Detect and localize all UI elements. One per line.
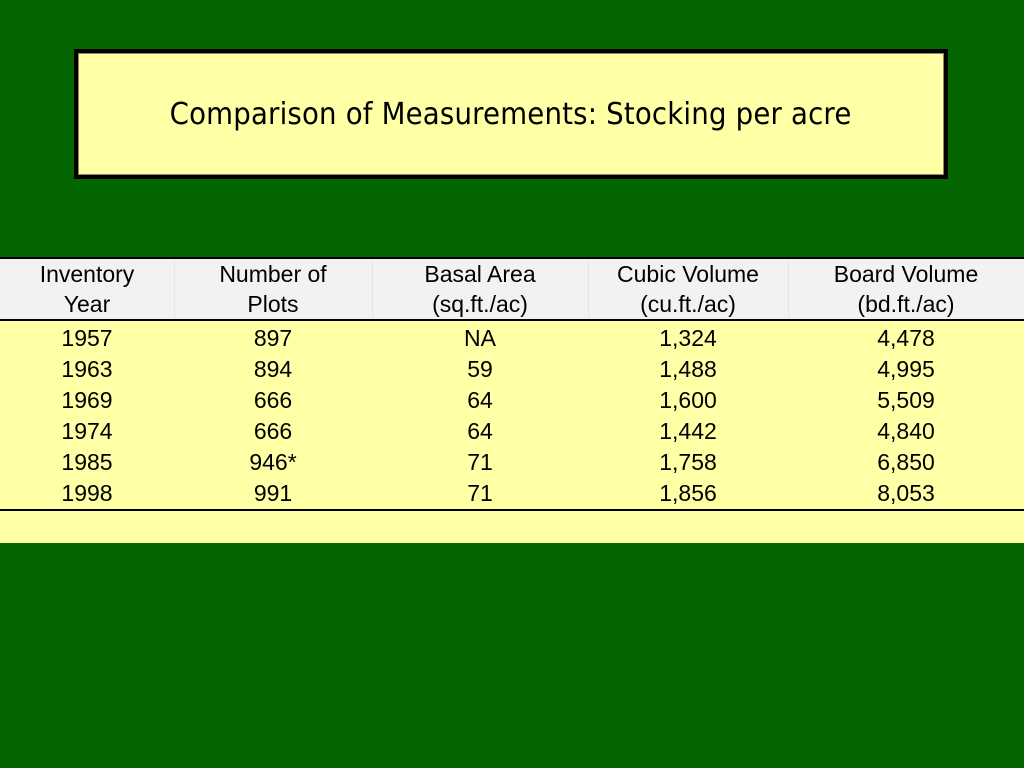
header-basal-area: Basal Area (sq.ft./ac) — [372, 259, 588, 319]
header-line: Basal Area — [424, 261, 536, 287]
cell-year: 1974 — [61, 418, 113, 444]
header-cubic-volume: Cubic Volume (cu.ft./ac) — [588, 259, 788, 319]
cell-cubic-volume: 1,442 — [659, 418, 717, 444]
table-row: 1985 946* 71 1,758 6,850 — [0, 447, 1024, 478]
header-line: Plots — [247, 291, 299, 317]
cell-year: 1969 — [61, 387, 113, 413]
title-panel: Comparison of Measurements: Stocking per… — [78, 53, 944, 175]
title-frame: Comparison of Measurements: Stocking per… — [74, 49, 948, 179]
cell-board-volume: 4,840 — [877, 418, 935, 444]
cell-board-volume: 4,995 — [877, 356, 935, 382]
slide-title: Comparison of Measurements: Stocking per… — [170, 96, 852, 132]
cell-plots: 897 — [253, 325, 293, 351]
cell-plots: 894 — [253, 356, 293, 382]
cell-board-volume: 4,478 — [877, 325, 935, 351]
header-line: Inventory — [39, 261, 135, 287]
table-row: 1963 894 59 1,488 4,995 — [0, 354, 1024, 385]
table-row: 1998 991 71 1,856 8,053 — [0, 478, 1024, 509]
cell-board-volume: 5,509 — [877, 387, 935, 413]
cell-plots: 666 — [253, 418, 293, 444]
header-number-of-plots: Number of Plots — [174, 259, 372, 319]
table-row: 1974 666 64 1,442 4,840 — [0, 416, 1024, 447]
header-line: Year — [63, 291, 111, 317]
cell-cubic-volume: 1,758 — [659, 449, 717, 475]
cell-basal-area: 71 — [467, 449, 493, 475]
cell-year: 1985 — [61, 449, 113, 475]
cell-cubic-volume: 1,324 — [659, 325, 717, 351]
cell-basal-area: 64 — [467, 387, 493, 413]
table-bottom-rule — [0, 509, 1024, 511]
table-row: 1969 666 64 1,600 5,509 — [0, 385, 1024, 416]
cell-year: 1963 — [61, 356, 113, 382]
table-header-row: Inventory Year Number of Plots Basal Are… — [0, 257, 1024, 321]
cell-cubic-volume: 1,488 — [659, 356, 717, 382]
stocking-table: Inventory Year Number of Plots Basal Are… — [0, 257, 1024, 543]
header-line: (bd.ft./ac) — [857, 291, 955, 317]
header-line: Board Volume — [833, 261, 979, 287]
cell-basal-area: 64 — [467, 418, 493, 444]
header-line: (cu.ft./ac) — [640, 291, 736, 317]
header-line: Cubic Volume — [617, 261, 759, 287]
cell-board-volume: 8,053 — [877, 480, 935, 506]
cell-basal-area: 71 — [467, 480, 493, 506]
cell-board-volume: 6,850 — [877, 449, 935, 475]
cell-year: 1998 — [61, 480, 113, 506]
cell-plots: 666 — [253, 387, 293, 413]
cell-basal-area: NA — [464, 325, 496, 351]
cell-plots: 946* — [249, 449, 297, 475]
cell-cubic-volume: 1,856 — [659, 480, 717, 506]
cell-plots: 991 — [253, 480, 293, 506]
cell-year: 1957 — [61, 325, 113, 351]
cell-cubic-volume: 1,600 — [659, 387, 717, 413]
header-inventory-year: Inventory Year — [0, 259, 174, 319]
table-body: 1957 897 NA 1,324 4,478 1963 894 59 1,48… — [0, 323, 1024, 509]
header-line: (sq.ft./ac) — [432, 291, 528, 317]
cell-basal-area: 59 — [467, 356, 493, 382]
header-board-volume: Board Volume (bd.ft./ac) — [788, 259, 1024, 319]
table-row: 1957 897 NA 1,324 4,478 — [0, 323, 1024, 354]
header-line: Number of — [219, 261, 327, 287]
